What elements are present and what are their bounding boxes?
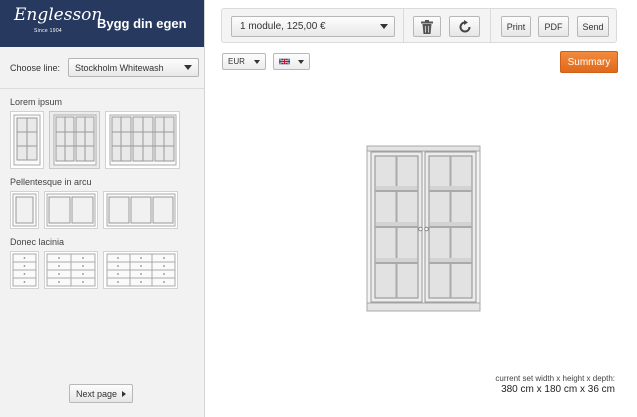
module-thumb[interactable]	[105, 111, 180, 169]
section-title: Lorem ipsum	[10, 97, 63, 107]
cabinet-preview[interactable]	[366, 145, 481, 312]
logo-text: Englesson	[14, 5, 103, 25]
toolbar-divider	[403, 9, 404, 42]
chevron-down-icon	[298, 60, 304, 64]
line-select[interactable]: Stockholm Whitewash	[68, 58, 200, 77]
drawer-unit-2col-icon	[46, 253, 96, 287]
rotate-icon	[459, 19, 470, 32]
send-button[interactable]: Send	[577, 16, 609, 37]
dimensions-value: 380 cm x 180 cm x 36 cm	[501, 384, 615, 395]
chevron-down-icon	[380, 24, 388, 29]
section-title: Pellentesque in arcu	[10, 177, 92, 187]
module-thumb[interactable]	[103, 251, 178, 289]
pdf-button[interactable]: PDF	[538, 16, 569, 37]
pdf-label: PDF	[544, 21, 563, 32]
module-thumbnails	[0, 247, 204, 289]
module-thumbnails	[0, 187, 204, 229]
module-select[interactable]: 1 module, 125,00 €	[231, 16, 395, 37]
module-thumb[interactable]	[103, 191, 178, 229]
language-select[interactable]	[273, 53, 310, 70]
next-page-button[interactable]: Next page	[69, 384, 133, 403]
line-select-value: Stockholm Whitewash	[75, 62, 164, 73]
summary-label: Summary	[567, 56, 611, 68]
section-title: Donec lacinia	[10, 237, 65, 247]
play-arrow-icon	[122, 390, 127, 397]
sidebar: Englesson Since 1904 Bygg din egen Choos…	[0, 0, 205, 417]
brand-logo[interactable]: Englesson Since 1904	[14, 7, 102, 39]
sideboard-3door-icon	[106, 193, 175, 227]
brand-header: Englesson Since 1904 Bygg din egen	[0, 0, 204, 47]
toolbar: 1 module, 125,00 € Print PDF Send	[221, 8, 617, 43]
glass-cabinet-3door-icon	[109, 114, 176, 166]
drawer-unit-3col-icon	[106, 253, 175, 287]
module-thumb[interactable]	[10, 191, 39, 229]
module-thumb[interactable]	[44, 191, 98, 229]
print-button[interactable]: Print	[501, 16, 531, 37]
glass-cabinet-2door-icon	[53, 114, 96, 166]
module-thumb[interactable]	[10, 111, 44, 169]
uk-flag-icon	[279, 58, 290, 65]
delete-button[interactable]	[413, 16, 441, 37]
module-thumb[interactable]	[10, 251, 39, 289]
currency-select[interactable]: EUR	[222, 53, 266, 70]
toolbar-divider	[490, 9, 491, 42]
drawer-unit-1col-icon	[12, 253, 37, 287]
module-thumb[interactable]	[44, 251, 98, 289]
next-page-label: Next page	[75, 388, 118, 399]
module-thumbnails	[0, 107, 204, 169]
dimensions-label: current set width x height x depth:	[495, 374, 615, 383]
app-title: Bygg din egen	[97, 16, 187, 31]
sideboard-2door-icon	[46, 193, 96, 227]
choose-line-label: Choose line:	[10, 62, 61, 73]
glass-cabinet-1door-icon	[13, 114, 41, 166]
sideboard-1door-icon	[12, 193, 37, 227]
chevron-down-icon	[184, 65, 193, 70]
module-thumb-selected[interactable]	[49, 111, 100, 169]
trash-icon	[421, 19, 433, 34]
currency-value: EUR	[228, 57, 245, 66]
choose-line-row: Choose line: Stockholm Whitewash	[0, 47, 204, 89]
print-label: Print	[506, 21, 526, 32]
rotate-button[interactable]	[449, 16, 480, 37]
chevron-down-icon	[254, 60, 260, 64]
logo-since: Since 1904	[33, 28, 63, 34]
module-select-value: 1 module, 125,00 €	[240, 21, 326, 32]
summary-button[interactable]: Summary	[560, 51, 618, 73]
send-label: Send	[582, 21, 604, 32]
